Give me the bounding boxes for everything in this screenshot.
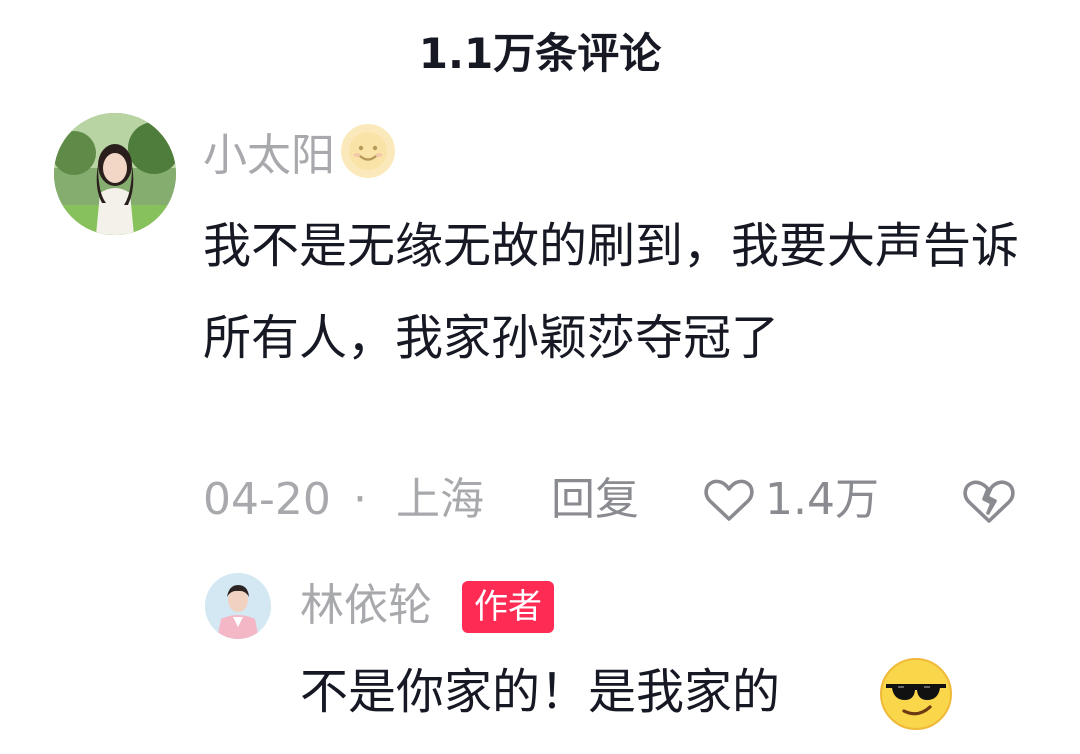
reply-avatar-photo (205, 573, 271, 639)
sunglasses-emoji-icon (880, 658, 952, 730)
like-count: 1.4万 (765, 474, 879, 525)
broken-heart-icon[interactable] (961, 477, 1017, 525)
comment-username-row: 小太阳 (203, 122, 397, 194)
reply-avatar[interactable] (205, 573, 271, 639)
comment-meta-row: 04-20 · 上海 回复 1.4万 (203, 470, 1023, 530)
sun-emoji-icon (339, 122, 397, 194)
heart-outline-icon (704, 479, 754, 521)
reply-button[interactable]: 回复 (551, 470, 639, 530)
comment-date: 04-20 (203, 474, 331, 525)
avatar-photo (54, 113, 176, 235)
comment-text: 我不是无缘无故的刷到，我要大声告诉所有人，我家孙颖莎夺冠了 (203, 218, 1020, 366)
comment-location: 上海 (396, 474, 484, 525)
comment-username[interactable]: 小太阳 (203, 130, 335, 181)
comments-count-title: 1.1万条评论 (418, 29, 662, 78)
comments-panel: 1.1万条评论 小太阳 我不是无缘无故的刷到，我要大声告诉所有人，我家孙颖莎夺冠… (0, 0, 1080, 754)
reply-username[interactable]: 林依轮 (300, 578, 432, 634)
reply-text: 不是你家的！是我家的 (300, 664, 781, 720)
author-badge: 作者 (462, 581, 554, 633)
avatar[interactable] (54, 113, 176, 235)
meta-separator: · (353, 474, 367, 525)
